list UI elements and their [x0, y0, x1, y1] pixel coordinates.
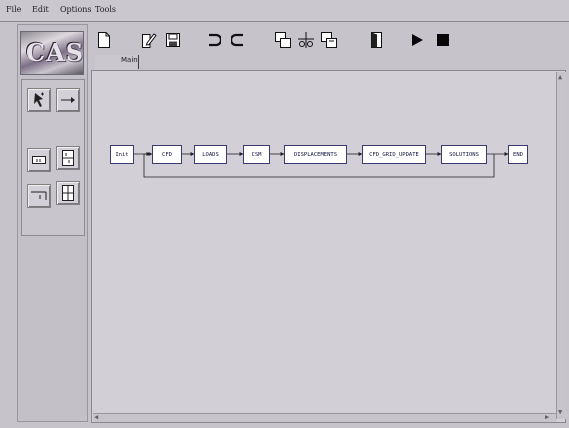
node-solutions[interactable]: SOLUTIONS: [441, 145, 487, 164]
scroll-down-icon[interactable]: ▼: [558, 409, 562, 416]
scroll-right-icon[interactable]: ▶: [545, 414, 549, 421]
scroll-up-icon[interactable]: ▲: [558, 74, 562, 81]
node-cfd-grid-update[interactable]: CFD_GRID_UPDATE: [362, 145, 426, 164]
node-init[interactable]: Init: [110, 145, 134, 164]
node-displacements[interactable]: DISPLACEMENTS: [284, 145, 347, 164]
vertical-scrollbar[interactable]: ▲ ▼: [556, 72, 566, 419]
horizontal-scrollbar[interactable]: ◀ ▶: [93, 413, 556, 422]
node-csm[interactable]: CSM: [243, 145, 270, 164]
scroll-left-icon[interactable]: ◀: [94, 414, 98, 421]
node-end[interactable]: END: [508, 145, 528, 164]
flow-connectors: [134, 152, 509, 178]
node-cfd[interactable]: CFD: [152, 145, 182, 164]
node-loads[interactable]: LOADS: [194, 145, 227, 164]
